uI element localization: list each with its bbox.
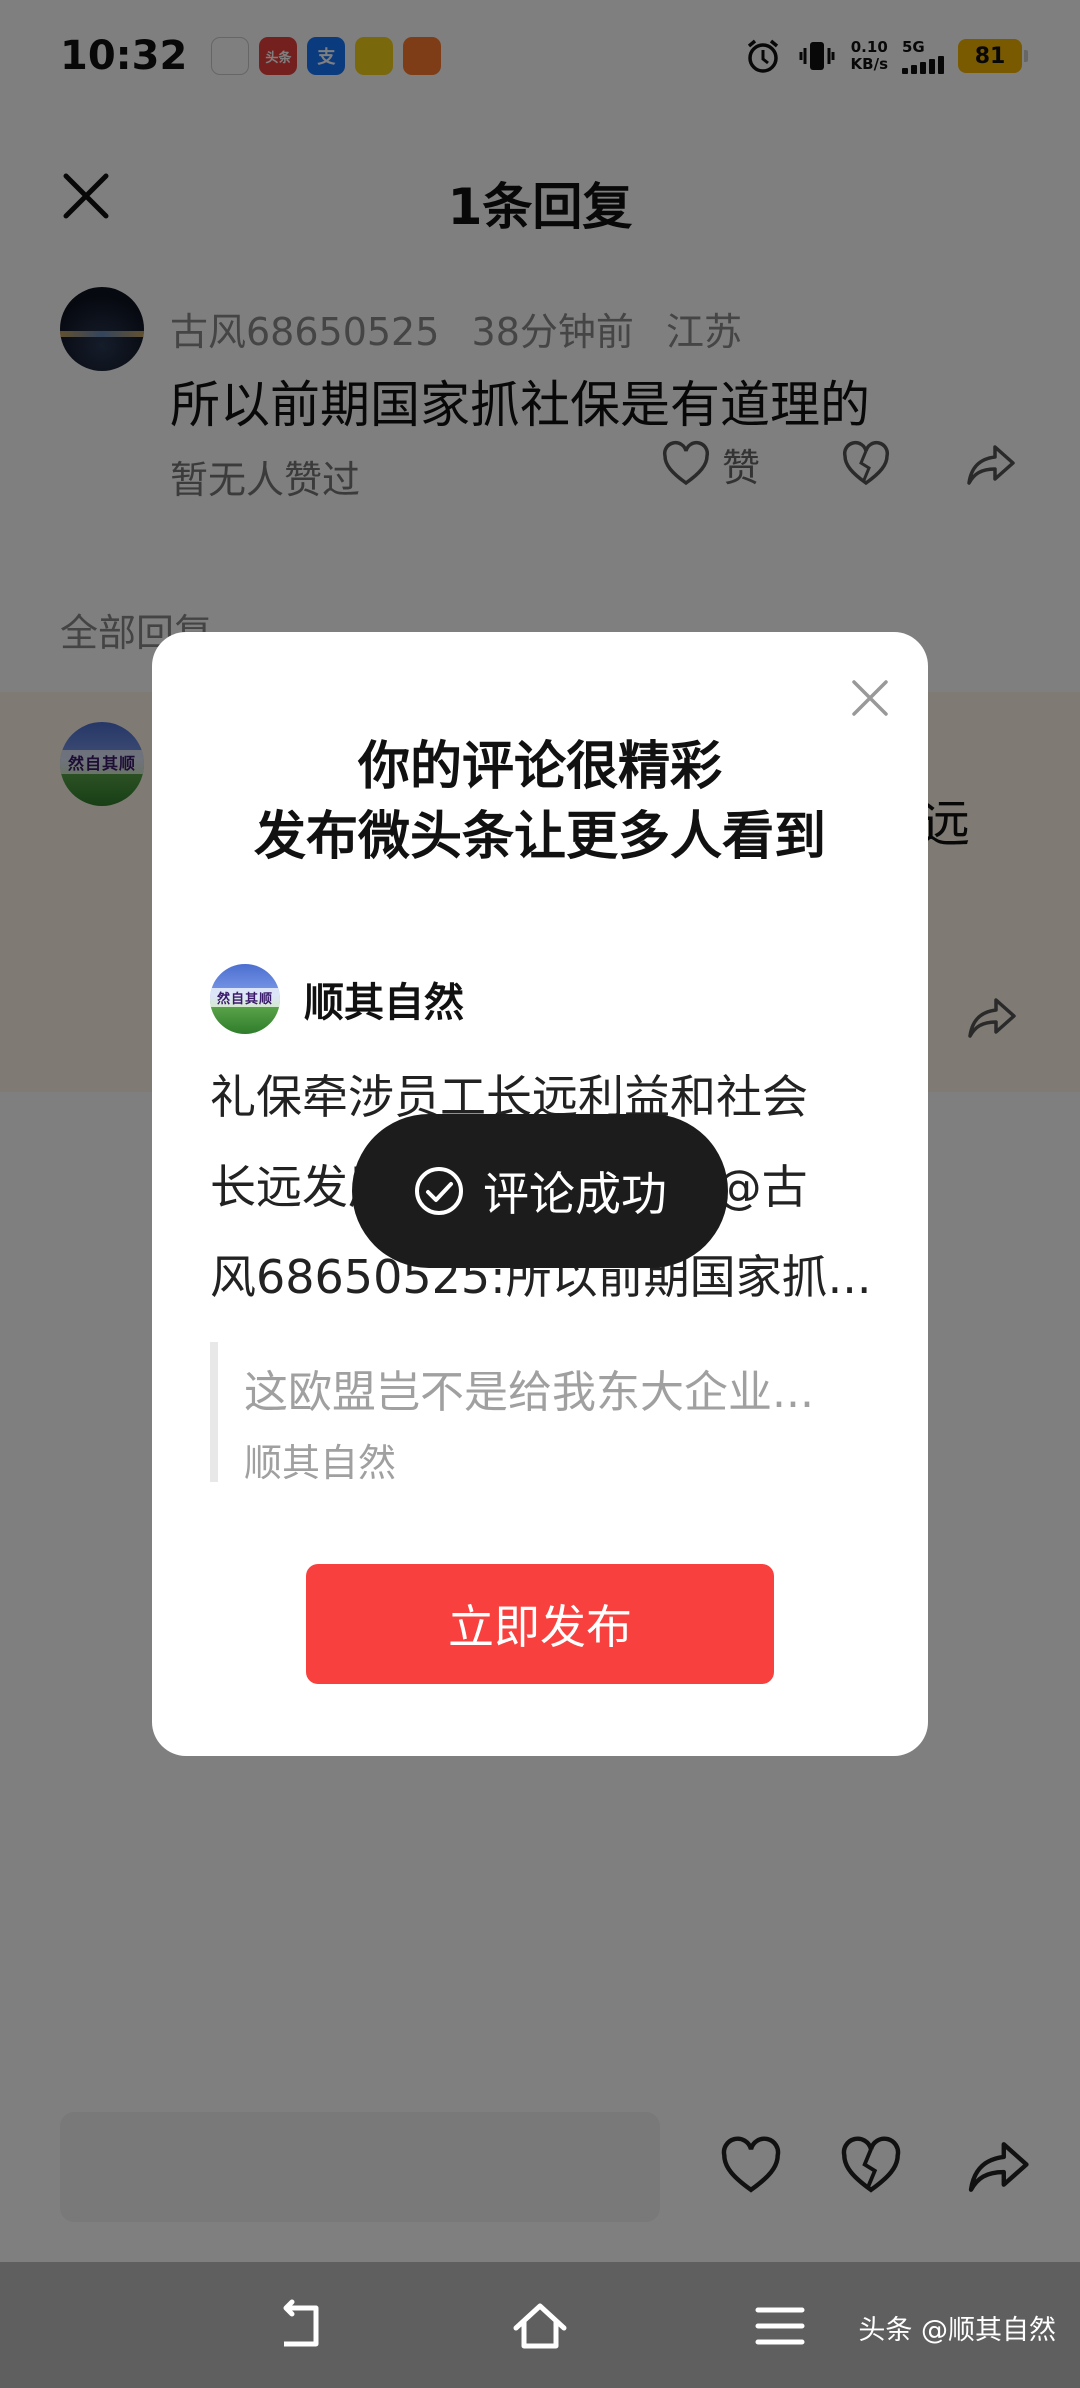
toast-text: 评论成功	[483, 1167, 667, 1221]
watermark: 头条 @顺其自然	[858, 2315, 1056, 2346]
avatar-text: 然自其顺	[210, 988, 280, 1007]
dialog-title-line1: 你的评论很精彩	[357, 737, 722, 797]
post-author: 然自其顺 顺其自然	[210, 964, 464, 1034]
back-icon[interactable]	[272, 2298, 328, 2354]
author-name: 顺其自然	[304, 980, 464, 1026]
publish-now-button[interactable]: 立即发布	[306, 1564, 774, 1684]
quoted-post-text: 这欧盟岂不是给我东大企业...	[244, 1367, 814, 1418]
system-nav-bar: 头条 @顺其自然	[0, 2262, 1080, 2388]
menu-icon[interactable]	[752, 2298, 808, 2354]
avatar: 然自其顺	[210, 964, 280, 1034]
close-icon[interactable]	[848, 676, 892, 720]
check-circle-icon	[415, 1167, 463, 1215]
quoted-post-author: 顺其自然	[244, 1441, 397, 1485]
dialog-title: 你的评论很精彩 发布微头条让更多人看到	[152, 732, 928, 872]
success-toast: 评论成功	[352, 1114, 728, 1268]
home-icon[interactable]	[512, 2298, 568, 2354]
dialog-title-line2: 发布微头条让更多人看到	[253, 807, 826, 867]
quoted-post: 这欧盟岂不是给我东大企业... 顺其自然	[210, 1342, 870, 1485]
